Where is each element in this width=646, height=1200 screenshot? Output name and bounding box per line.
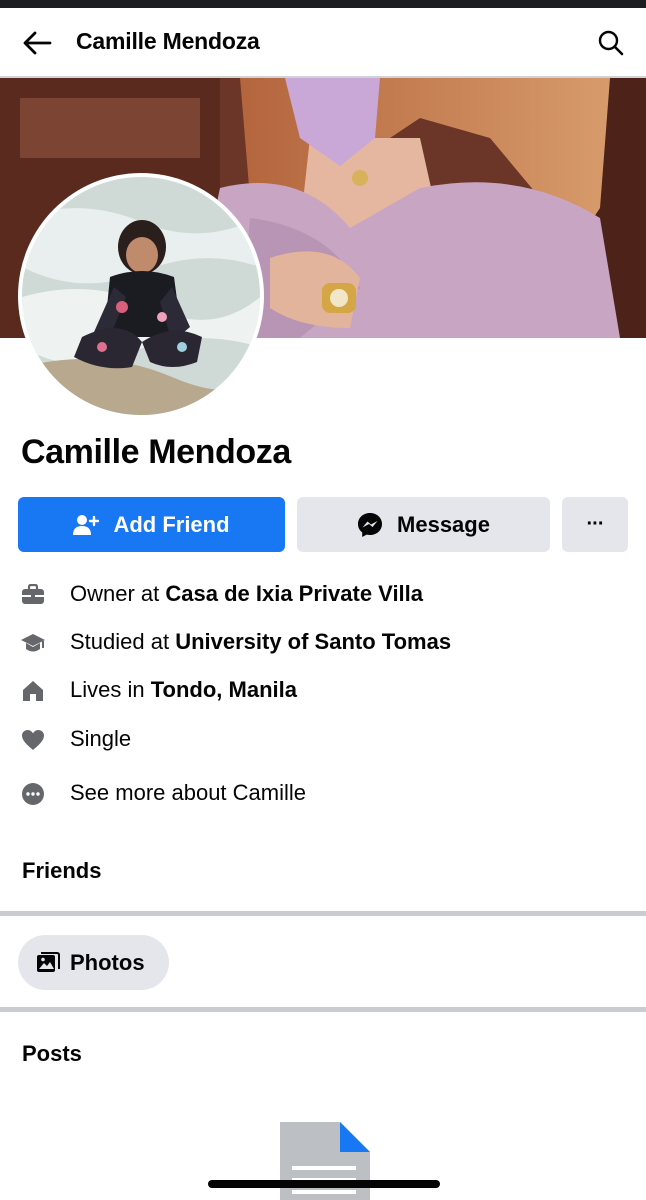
back-button[interactable]: [18, 24, 56, 62]
graduation-cap-icon: [20, 631, 46, 655]
search-button[interactable]: [594, 26, 628, 60]
page-title: Camille Mendoza: [76, 28, 260, 54]
info-education-prefix: Studied at: [70, 629, 176, 654]
more-options-button[interactable]: ···: [562, 497, 628, 552]
see-more-about-link[interactable]: See more about Camille: [0, 774, 646, 814]
info-education: Studied at University of Santo Tomas: [0, 623, 646, 663]
info-location: Lives in Tondo, Manila: [0, 671, 646, 711]
search-icon: [598, 30, 624, 56]
heart-icon: [20, 728, 46, 752]
info-location-value[interactable]: Tondo, Manila: [151, 677, 297, 702]
info-education-value[interactable]: University of Santo Tomas: [175, 629, 451, 654]
status-bar: [0, 0, 646, 8]
info-relationship: Single: [0, 720, 646, 760]
photos-icon: [36, 951, 60, 974]
messenger-icon: [357, 512, 383, 538]
more-circle-icon: [20, 782, 46, 806]
more-options-icon: ···: [586, 513, 605, 535]
info-work: Owner at Casa de Ixia Private Villa: [0, 575, 646, 615]
photos-button[interactable]: Photos: [18, 935, 169, 990]
back-arrow-icon: [23, 31, 52, 55]
info-location-prefix: Lives in: [70, 677, 151, 702]
top-bar: Camille Mendoza: [0, 8, 646, 76]
profile-name: Camille Mendoza: [21, 433, 291, 471]
posts-heading: Posts: [22, 1041, 82, 1066]
see-more-label: See more about Camille: [70, 780, 307, 805]
message-label: Message: [397, 511, 490, 537]
section-separator: [0, 1007, 646, 1012]
home-icon: [20, 679, 46, 703]
home-indicator[interactable]: [208, 1180, 440, 1188]
add-friend-button[interactable]: Add Friend: [18, 497, 285, 552]
no-posts-document-icon: [280, 1122, 372, 1200]
photos-label: Photos: [70, 949, 145, 975]
add-friend-label: Add Friend: [113, 511, 230, 537]
message-button[interactable]: Message: [297, 497, 550, 552]
info-work-prefix: Owner at: [70, 581, 166, 606]
add-friend-icon: [73, 514, 100, 536]
info-relationship-value: Single: [70, 726, 132, 751]
info-work-value[interactable]: Casa de Ixia Private Villa: [165, 581, 423, 606]
profile-picture[interactable]: [22, 177, 260, 415]
profile-picture-image: [22, 177, 260, 415]
section-separator: [0, 911, 646, 916]
briefcase-icon: [20, 583, 46, 607]
friends-heading[interactable]: Friends: [22, 858, 101, 884]
